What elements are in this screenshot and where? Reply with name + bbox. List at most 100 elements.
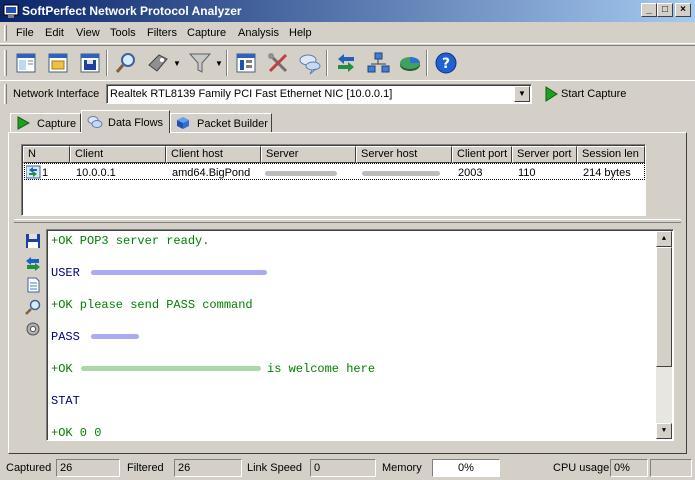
column-header-n[interactable]: N <box>23 146 70 163</box>
close-button[interactable]: × <box>675 3 691 17</box>
panel-splitter[interactable] <box>14 219 681 223</box>
toolbar-separator <box>326 50 328 76</box>
bookmark-button[interactable] <box>144 49 172 77</box>
interface-select[interactable]: Realtek RTL8139 Family PCI Fast Ethernet… <box>106 84 532 104</box>
redacted-username <box>91 270 267 275</box>
column-header-server-host[interactable]: Server host <box>356 146 452 163</box>
tools-icon <box>268 53 288 73</box>
interface-dropdown-arrow[interactable]: ▼ <box>514 86 530 102</box>
cell-n: 1 <box>42 167 49 179</box>
menu-view[interactable]: View <box>76 27 100 39</box>
menu-filters[interactable]: Filters <box>147 27 177 39</box>
session-line: USER <box>51 266 80 280</box>
settings-icon[interactable] <box>25 321 41 337</box>
network-icon <box>367 52 390 73</box>
cpu-usage-value: 0% <box>610 459 648 477</box>
menu-analysis[interactable]: Analysis <box>238 27 279 39</box>
redacted-server <box>265 171 337 176</box>
tools-button[interactable] <box>264 49 292 77</box>
flows-list[interactable]: N Client Client host Server Server host … <box>21 144 646 216</box>
filtered-label: Filtered <box>127 462 164 474</box>
start-capture-button[interactable]: Start Capture <box>540 85 640 103</box>
swap-arrows-icon[interactable] <box>25 256 41 272</box>
bookmark-dropdown-arrow[interactable]: ▼ <box>173 59 181 68</box>
scroll-down-button[interactable]: ▼ <box>656 423 672 439</box>
tag-icon <box>148 54 168 72</box>
session-line-suffix: is welcome here <box>267 362 376 376</box>
filtered-value: 26 <box>174 459 242 477</box>
column-header-client-port[interactable]: Client port <box>452 146 512 163</box>
scroll-thumb[interactable] <box>656 247 672 367</box>
app-icon <box>3 4 19 18</box>
toolbar-grip[interactable] <box>4 50 7 76</box>
column-header-client[interactable]: Client <box>70 146 166 163</box>
filter-dropdown-arrow[interactable]: ▼ <box>215 59 223 68</box>
save-button[interactable] <box>76 49 104 77</box>
network-button[interactable] <box>364 49 392 77</box>
vertical-scrollbar[interactable]: ▲ ▼ <box>656 231 672 439</box>
scroll-up-button[interactable]: ▲ <box>656 231 672 247</box>
toolbar-separator <box>226 50 228 76</box>
svg-text:?: ? <box>442 56 450 72</box>
start-capture-label: Start Capture <box>561 88 627 100</box>
help-button[interactable]: ? <box>432 49 460 77</box>
session-line: +OK please send PASS command <box>51 298 253 312</box>
status-empty-panel <box>650 459 692 477</box>
column-header-session-len[interactable]: Session len <box>577 146 645 163</box>
link-speed-label: Link Speed <box>247 462 303 474</box>
swap-direction-button[interactable] <box>332 49 360 77</box>
help-icon: ? <box>435 52 457 74</box>
interface-bar: Network Interface Realtek RTL8139 Family… <box>0 80 695 106</box>
cell-server-port: 110 <box>518 167 536 179</box>
statistics-button[interactable] <box>396 49 424 77</box>
tab-capture[interactable]: Capture <box>10 113 81 133</box>
chat-button[interactable] <box>296 49 324 77</box>
menu-grip[interactable] <box>4 25 7 41</box>
column-header-server[interactable]: Server <box>261 146 356 163</box>
session-line: +OK POP3 server ready. <box>51 234 210 248</box>
document-icon[interactable] <box>25 277 41 293</box>
menu-file[interactable]: File <box>16 27 34 39</box>
window-title: SoftPerfect Network Protocol Analyzer <box>22 4 242 18</box>
menu-tools[interactable]: Tools <box>110 27 136 39</box>
tab-data-flows-label: Data Flows <box>108 117 164 129</box>
save-icon[interactable] <box>25 233 41 249</box>
pie-chart-icon <box>400 57 420 71</box>
column-header-server-port[interactable]: Server port <box>512 146 577 163</box>
tab-capture-label: Capture <box>37 118 77 130</box>
data-flows-icon <box>87 116 103 128</box>
redacted-password <box>91 334 139 339</box>
funnel-icon <box>188 53 212 73</box>
open-button[interactable] <box>44 49 72 77</box>
window-icon <box>16 53 36 73</box>
play-icon <box>17 116 30 130</box>
tab-packet-builder-label: Packet Builder <box>197 118 268 130</box>
cell-client-host: amd64.BigPond <box>172 167 251 179</box>
link-speed-value: 0 <box>310 459 376 477</box>
maximize-button[interactable]: □ <box>657 3 673 17</box>
cpu-usage-label: CPU usage <box>553 462 610 474</box>
new-window-button[interactable] <box>12 49 40 77</box>
find-button[interactable] <box>112 49 140 77</box>
session-text-view[interactable]: +OK POP3 server ready. USER +OK please s… <box>46 229 674 441</box>
save-icon <box>80 53 100 73</box>
minimize-button[interactable]: _ <box>641 3 657 17</box>
magnifier-icon[interactable] <box>25 299 41 315</box>
cell-client: 10.0.0.1 <box>76 167 116 179</box>
session-line: +OK 0 0 <box>51 426 102 440</box>
interface-grip[interactable] <box>4 84 7 104</box>
tab-packet-builder[interactable]: Packet Builder <box>170 113 272 133</box>
filter-button[interactable] <box>186 49 214 77</box>
menu-capture[interactable]: Capture <box>187 27 226 39</box>
flow-icon <box>26 165 41 179</box>
menu-help[interactable]: Help <box>289 27 312 39</box>
column-header-client-host[interactable]: Client host <box>166 146 261 163</box>
properties-button[interactable] <box>232 49 260 77</box>
table-window-icon <box>236 53 256 73</box>
session-line: PASS <box>51 330 80 344</box>
session-line: +OK <box>51 362 73 376</box>
tab-data-flows[interactable]: Data Flows <box>81 110 170 133</box>
toolbar-separator <box>106 50 108 76</box>
menu-edit[interactable]: Edit <box>45 27 64 39</box>
status-bar: Captured 26 Filtered 26 Link Speed 0 Mem… <box>0 456 695 480</box>
